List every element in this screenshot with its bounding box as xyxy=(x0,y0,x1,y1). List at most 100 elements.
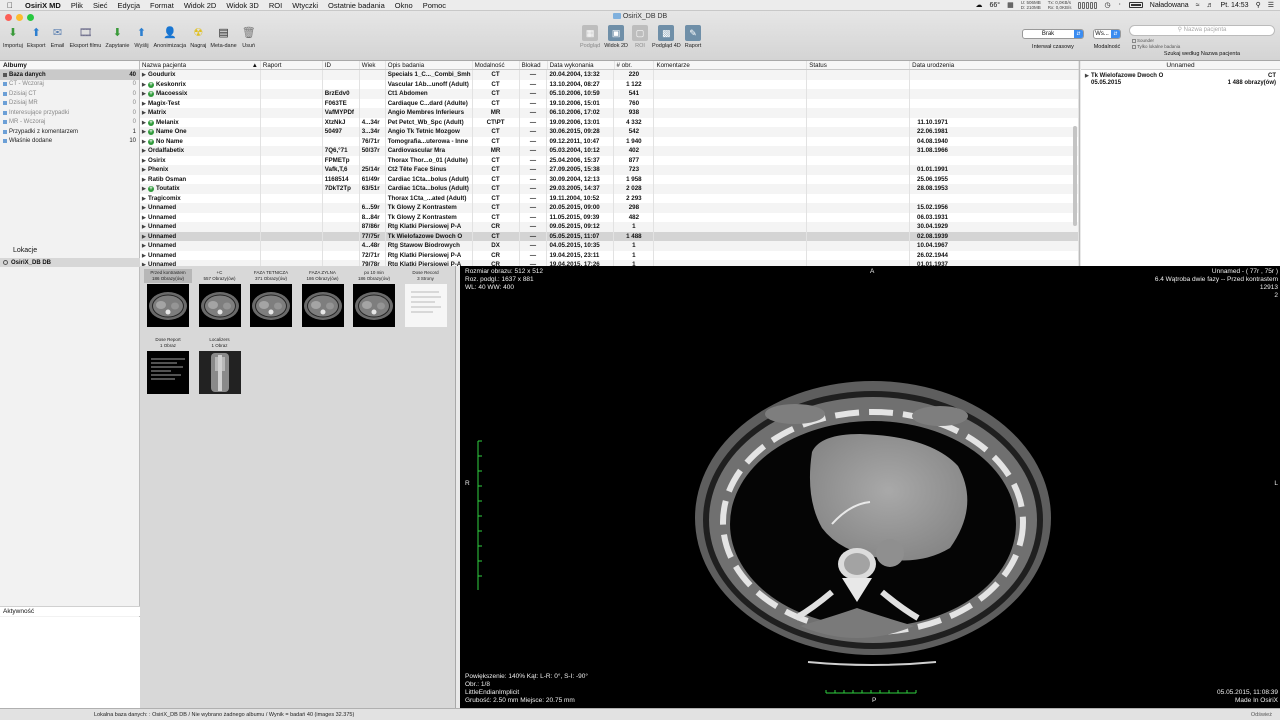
table-row[interactable]: ▶ Unnamed 77/75r Tk Wielofazowe Dwoch O CT —0… xyxy=(140,231,1079,241)
menu-plik[interactable]: Plik xyxy=(66,1,88,10)
table-row[interactable]: ▶ Matrix VafMYPDf Angio Membres Inferieurs M… xyxy=(140,108,1079,118)
image-viewer[interactable]: Rozmiar obrazu: 512 x 512 Roz. podgl.: 1… xyxy=(460,266,1280,708)
series-thumbnail[interactable]: +C 557 Obrazy(ów) xyxy=(195,269,244,332)
bluetooth-icon[interactable]: ᛫ xyxy=(1118,2,1122,9)
toolbar-button-7[interactable]: ☢ Nagraj xyxy=(190,25,206,49)
toolbar-button-6[interactable]: 👤 Anonimizacja xyxy=(153,25,186,49)
toolbar-button-4[interactable]: ⬇ Zapytanie xyxy=(105,25,129,49)
table-row[interactable]: ▶ Phenix Vafk,T,6 25/14r Ct2 Tête Face Sinus… xyxy=(140,165,1079,175)
table-row[interactable]: ▶ Magix-Test F063TE Cardiaque C...dard (Adu… xyxy=(140,98,1079,108)
series-thumbnail[interactable]: FAZA TETNICZA 371 Obrazy(ów) xyxy=(247,269,295,332)
toolbar-button-8[interactable]: ▤ Meta-dane xyxy=(210,25,236,49)
search-input[interactable]: ⚲ Nazwa pacjenta xyxy=(1129,25,1275,36)
toolbar-button-0[interactable]: ⬇ Importuj xyxy=(3,25,23,49)
temperature[interactable]: 66° xyxy=(989,2,1000,9)
album-item[interactable]: Interesujące przypadki 0 xyxy=(0,108,139,118)
network-rates[interactable]: Tx: 0,0KB/s Rx: 0,0KB/s xyxy=(1048,0,1072,10)
toolbar-button-9[interactable]: 🗑 Usuń xyxy=(241,25,257,49)
cpu-meter-icon[interactable] xyxy=(1078,1,1098,9)
table-row[interactable]: ▶ + Melanix XtzNkJ 4...34r Pet Petct_Wb_Spc (… xyxy=(140,117,1079,127)
toolbar-button-2[interactable]: ✉ Email xyxy=(50,25,66,49)
column-header[interactable]: Data urodzenia xyxy=(910,61,1079,69)
table-row[interactable]: ▶ Tragicomix Thorax 1Cta_...ated (Adult) CT… xyxy=(140,193,1079,203)
table-row[interactable]: ▶ Ordalfabetix 7Q6,°71 50/37r Cardiovascular… xyxy=(140,146,1079,156)
series-thumbnail[interactable]: Dose Record 3 Strony xyxy=(401,269,450,332)
table-row[interactable]: ▶ Unnamed 4...48r Rtg Stawow Biodrowych DX —0… xyxy=(140,241,1079,251)
wifi-icon[interactable]: ≈ xyxy=(1196,2,1200,9)
column-header[interactable]: Data wykonania xyxy=(548,61,615,69)
modality-popup[interactable]: Ws... ⇵ xyxy=(1093,29,1121,39)
notification-center-icon[interactable]: ☰ xyxy=(1268,1,1274,9)
album-item[interactable]: Przypadki z komentarzem 1 xyxy=(0,127,139,137)
menu-format[interactable]: Format xyxy=(145,1,179,10)
table-scrollbar[interactable] xyxy=(1073,126,1077,226)
preview-study-row[interactable]: ▶ Tk Wielofazowe Dwoch O CT xyxy=(1081,70,1280,80)
menu-edycja[interactable]: Edycja xyxy=(113,1,146,10)
volume-icon[interactable]: ♬ xyxy=(1207,2,1214,9)
toolbar-view-button-1[interactable]: ▣ Widok 2D xyxy=(604,25,628,49)
menu-siec[interactable]: Sieć xyxy=(88,1,113,10)
album-item[interactable]: Dzisiaj CT 0 xyxy=(0,89,139,99)
series-thumbnail[interactable]: po 10 min 186 Obrazy(ów) xyxy=(350,269,398,332)
album-item[interactable]: CT - Wczoraj 0 xyxy=(0,80,139,90)
column-header[interactable]: # obr. xyxy=(615,61,655,69)
album-item[interactable]: MR - Wczoraj 0 xyxy=(0,118,139,128)
search-option-local-only[interactable]: Tylko lokalne badania xyxy=(1132,44,1180,50)
table-row[interactable]: ▶ Ratib Osman 1168514 61/49r Cardiac 1Cta...… xyxy=(140,174,1079,184)
toolbar-view-button-4[interactable]: ✎ Raport xyxy=(685,25,701,49)
series-thumbnail[interactable]: Przed kontrastem 186 Obrazy(ów) xyxy=(144,269,192,332)
column-header[interactable]: Komentarze xyxy=(654,61,808,69)
menu-widok-2d[interactable]: Widok 2D xyxy=(179,1,222,10)
column-header[interactable]: Wiek xyxy=(360,61,386,69)
toolbar-view-button-0[interactable]: ▦ Podgląd xyxy=(580,25,600,49)
table-row[interactable]: ▶ Osirix FPMETp Thorax Thor...o_01 (Adulte)… xyxy=(140,155,1079,165)
weather-icon[interactable]: ☁ xyxy=(975,1,982,9)
table-row[interactable]: ▶ + Toutatix 7DkT2Tp 63/51r Cardiac 1Cta...bo… xyxy=(140,184,1079,194)
column-header[interactable]: Status xyxy=(807,61,911,69)
menu-wtyczki[interactable]: Wtyczki xyxy=(287,1,323,10)
toolbar-button-1[interactable]: ⬆ Eksport xyxy=(27,25,46,49)
series-thumbnail[interactable]: FAZA ZYLNA 186 Obrazy(ów) xyxy=(298,269,347,332)
table-row[interactable]: ▶ + No Name 76/71r Tomografia...uterowa - In… xyxy=(140,136,1079,146)
spotlight-icon[interactable]: ⚲ xyxy=(1256,1,1261,9)
series-thumbnail[interactable]: Localizers 1 Obraz xyxy=(195,336,244,399)
toolbar-view-button-3[interactable]: ▩ Podgląd 4D xyxy=(652,25,681,49)
album-item[interactable]: Dzisiaj MR 0 xyxy=(0,99,139,109)
menu-app-name[interactable]: OsiriX MD xyxy=(20,1,66,10)
column-header[interactable]: ID xyxy=(323,61,360,69)
battery-status[interactable]: Naładowana xyxy=(1150,2,1189,9)
column-header[interactable]: Modalność xyxy=(473,61,520,69)
table-row[interactable]: ▶ Unnamed 6...59r Tk Glowy Z Kontrastem CT —2… xyxy=(140,203,1079,213)
album-item[interactable]: Właśnie dodane 10 xyxy=(0,137,139,147)
memory-meter-icon[interactable]: ▦ xyxy=(1007,1,1014,9)
refresh-button[interactable]: Odśwież xyxy=(1251,712,1280,718)
column-header[interactable]: Opis badania xyxy=(386,61,473,69)
clock[interactable]: Pt. 14:53 xyxy=(1221,2,1249,9)
table-row[interactable]: ▶ + Name One 50497 3...34r Angio Tk Tetnic Mo… xyxy=(140,127,1079,137)
ct-slice-image[interactable] xyxy=(460,266,1280,708)
table-row[interactable]: ▶ Unnamed 87/86r Rtg Klatki Piersiowej P-A C… xyxy=(140,222,1079,232)
menu-roi[interactable]: ROI xyxy=(264,1,287,10)
table-row[interactable]: ▶ Unnamed 72/71r Rtg Klatki Piersiowej P-A C… xyxy=(140,250,1079,260)
column-header[interactable]: Nazwa pacjenta ▲ xyxy=(140,61,261,69)
menu-pomoc[interactable]: Pomoc xyxy=(418,1,451,10)
column-header[interactable]: Raport xyxy=(261,61,323,69)
table-row[interactable]: ▶ + Keskonrix Vascular 1Ab...unoff (Adult) C… xyxy=(140,79,1079,89)
menu-ostatnie-badania[interactable]: Ostatnie badania xyxy=(323,1,390,10)
apple-menu-icon[interactable]:  xyxy=(0,1,20,10)
interval-popup[interactable]: Brak ⇵ xyxy=(1022,29,1084,39)
menu-okno[interactable]: Okno xyxy=(390,1,418,10)
location-item[interactable]: OsiriX_DB DB xyxy=(0,258,140,267)
toolbar-button-5[interactable]: ⬆ Wyślij xyxy=(133,25,149,49)
menu-widok-3d[interactable]: Widok 3D xyxy=(221,1,264,10)
table-row[interactable]: ▶ + Macoessix BrzEdv0 Ct1 Abdomen CT —05.10.20… xyxy=(140,89,1079,99)
album-item[interactable]: Baza danych 40 xyxy=(0,70,139,80)
timemachine-icon[interactable]: ◷ xyxy=(1104,1,1110,9)
table-row[interactable]: ▶ Goudurix Specials 1_C..._Combi_Smh CT —20.… xyxy=(140,70,1079,80)
network-stats[interactable]: U: 506MB D: 210MB xyxy=(1021,0,1041,10)
toolbar-view-button-2[interactable]: ▢ ROI xyxy=(632,25,649,49)
series-thumbnail[interactable]: Dose Report 1 Obraz xyxy=(144,336,192,399)
table-row[interactable]: ▶ Unnamed 8...84r Tk Glowy Z Kontrastem CT —1… xyxy=(140,212,1079,222)
toolbar-button-3[interactable]: 🎞 Eksport filmu xyxy=(70,25,102,49)
battery-icon[interactable] xyxy=(1128,2,1143,8)
